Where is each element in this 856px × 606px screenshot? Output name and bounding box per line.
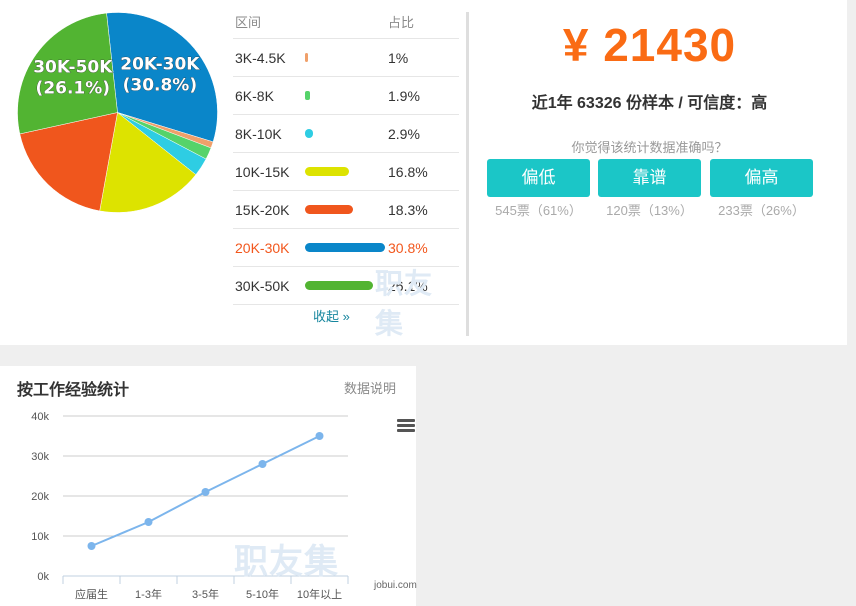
y-tick-label: 10k: [31, 531, 49, 543]
range-bar: [305, 281, 373, 290]
range-percent: 1%: [388, 50, 409, 66]
salary-overview-panel: 20K-30K (30.8%) 30K-50K (26.1%) 区间 占比 3K-4.…: [0, 0, 847, 345]
data-point[interactable]: [87, 542, 96, 550]
range-percent: 1.9%: [388, 88, 420, 104]
watermark-logo: 职友集: [234, 543, 339, 581]
vote-high-button[interactable]: 偏高: [710, 159, 813, 197]
average-salary: ¥ 21430: [487, 18, 812, 72]
range-label: 20K-30K: [235, 240, 290, 256]
y-tick-label: 30k: [31, 451, 49, 463]
range-percent: 16.8%: [388, 164, 428, 180]
data-point[interactable]: [258, 460, 267, 468]
range-label: 6K-8K: [235, 88, 274, 104]
experience-line-chart: 0k 10k 20k 30k 40k 应届生 1-3年 3-5年 5-10年 10年以上: [31, 411, 349, 601]
data-point[interactable]: [144, 518, 153, 526]
range-bar: [305, 205, 353, 214]
vote-accurate-button[interactable]: 靠谱: [598, 159, 701, 197]
data-point[interactable]: [201, 488, 210, 496]
watermark-logo: 职友集: [375, 268, 434, 339]
pie-slice-label: 30K-50K (26.1%): [33, 57, 113, 98]
range-bar: [305, 129, 313, 138]
y-tick-label: 40k: [31, 411, 49, 423]
x-tick-label: 应届生: [75, 587, 108, 601]
table-row: 3K-4.5K 1%: [233, 39, 459, 77]
range-label: 10K-15K: [235, 164, 290, 180]
pie-svg: 20K-30K (30.8%)30K-50K (26.1%): [17, 12, 218, 213]
range-label: 8K-10K: [235, 126, 282, 142]
range-bar: [305, 91, 310, 100]
header-percent: 占比: [388, 15, 415, 30]
salary-range-table: 区间 占比 3K-4.5K 1% 6K-8K 1.9% 8K-10K 2.9% 10K-15…: [233, 8, 459, 339]
range-percent: 2.9%: [388, 126, 420, 142]
table-row: 15K-20K 18.3%: [233, 191, 459, 229]
vote-accurate-count: 120票（13%）: [606, 203, 693, 218]
table-row: 6K-8K 1.9%: [233, 77, 459, 115]
range-label: 30K-50K: [235, 278, 290, 294]
vote-high-count: 233票（26%）: [718, 203, 805, 218]
chart-credit: jobui.com: [374, 580, 417, 591]
data-point[interactable]: [315, 432, 324, 440]
vote-low-button[interactable]: 偏低: [487, 159, 590, 197]
vote-low-count: 545票（61%）: [495, 203, 582, 218]
header-range: 区间: [235, 15, 262, 30]
pie-slice-label: 20K-30K (30.8%): [120, 54, 200, 95]
hamburger-menu-icon[interactable]: [397, 419, 415, 433]
x-tick-label: 3-5年: [192, 587, 219, 601]
range-percent: 18.3%: [388, 202, 428, 218]
table-row: 10K-15K 16.8%: [233, 153, 459, 191]
vertical-divider: [466, 12, 469, 336]
range-bar: [305, 243, 385, 252]
table-row: 8K-10K 2.9%: [233, 115, 459, 153]
salary-value: ¥ 21430: [562, 19, 737, 71]
experience-stats-panel: 按工作经验统计 数据说明 0k 10k 20k 30k 40k 应届生 1-3年 3-5年 5-…: [0, 366, 417, 606]
x-tick-label: 1-3年: [135, 587, 162, 601]
sample-info: 近1年 63326 份样本 / 可信度：高: [531, 95, 768, 112]
range-label: 15K-20K: [235, 202, 290, 218]
x-tick-label: 10年以上: [297, 587, 342, 601]
menu-bar: [397, 424, 415, 427]
range-bar: [305, 167, 349, 176]
range-bar: [305, 53, 308, 62]
range-label: 3K-4.5K: [235, 50, 286, 66]
table-header: 区间 占比: [233, 8, 459, 39]
menu-bar: [397, 429, 415, 432]
y-tick-label: 0k: [37, 571, 49, 583]
x-tick-label: 5-10年: [246, 587, 279, 601]
range-percent: 30.8%: [388, 240, 428, 256]
accuracy-question: 你觉得该统计数据准确吗？: [571, 140, 728, 155]
menu-bar: [397, 419, 415, 422]
collapse-link[interactable]: 收起 »: [313, 306, 350, 325]
y-tick-label: 20k: [31, 491, 49, 503]
salary-pie-chart: 20K-30K (30.8%) 30K-50K (26.1%): [15, 10, 220, 215]
